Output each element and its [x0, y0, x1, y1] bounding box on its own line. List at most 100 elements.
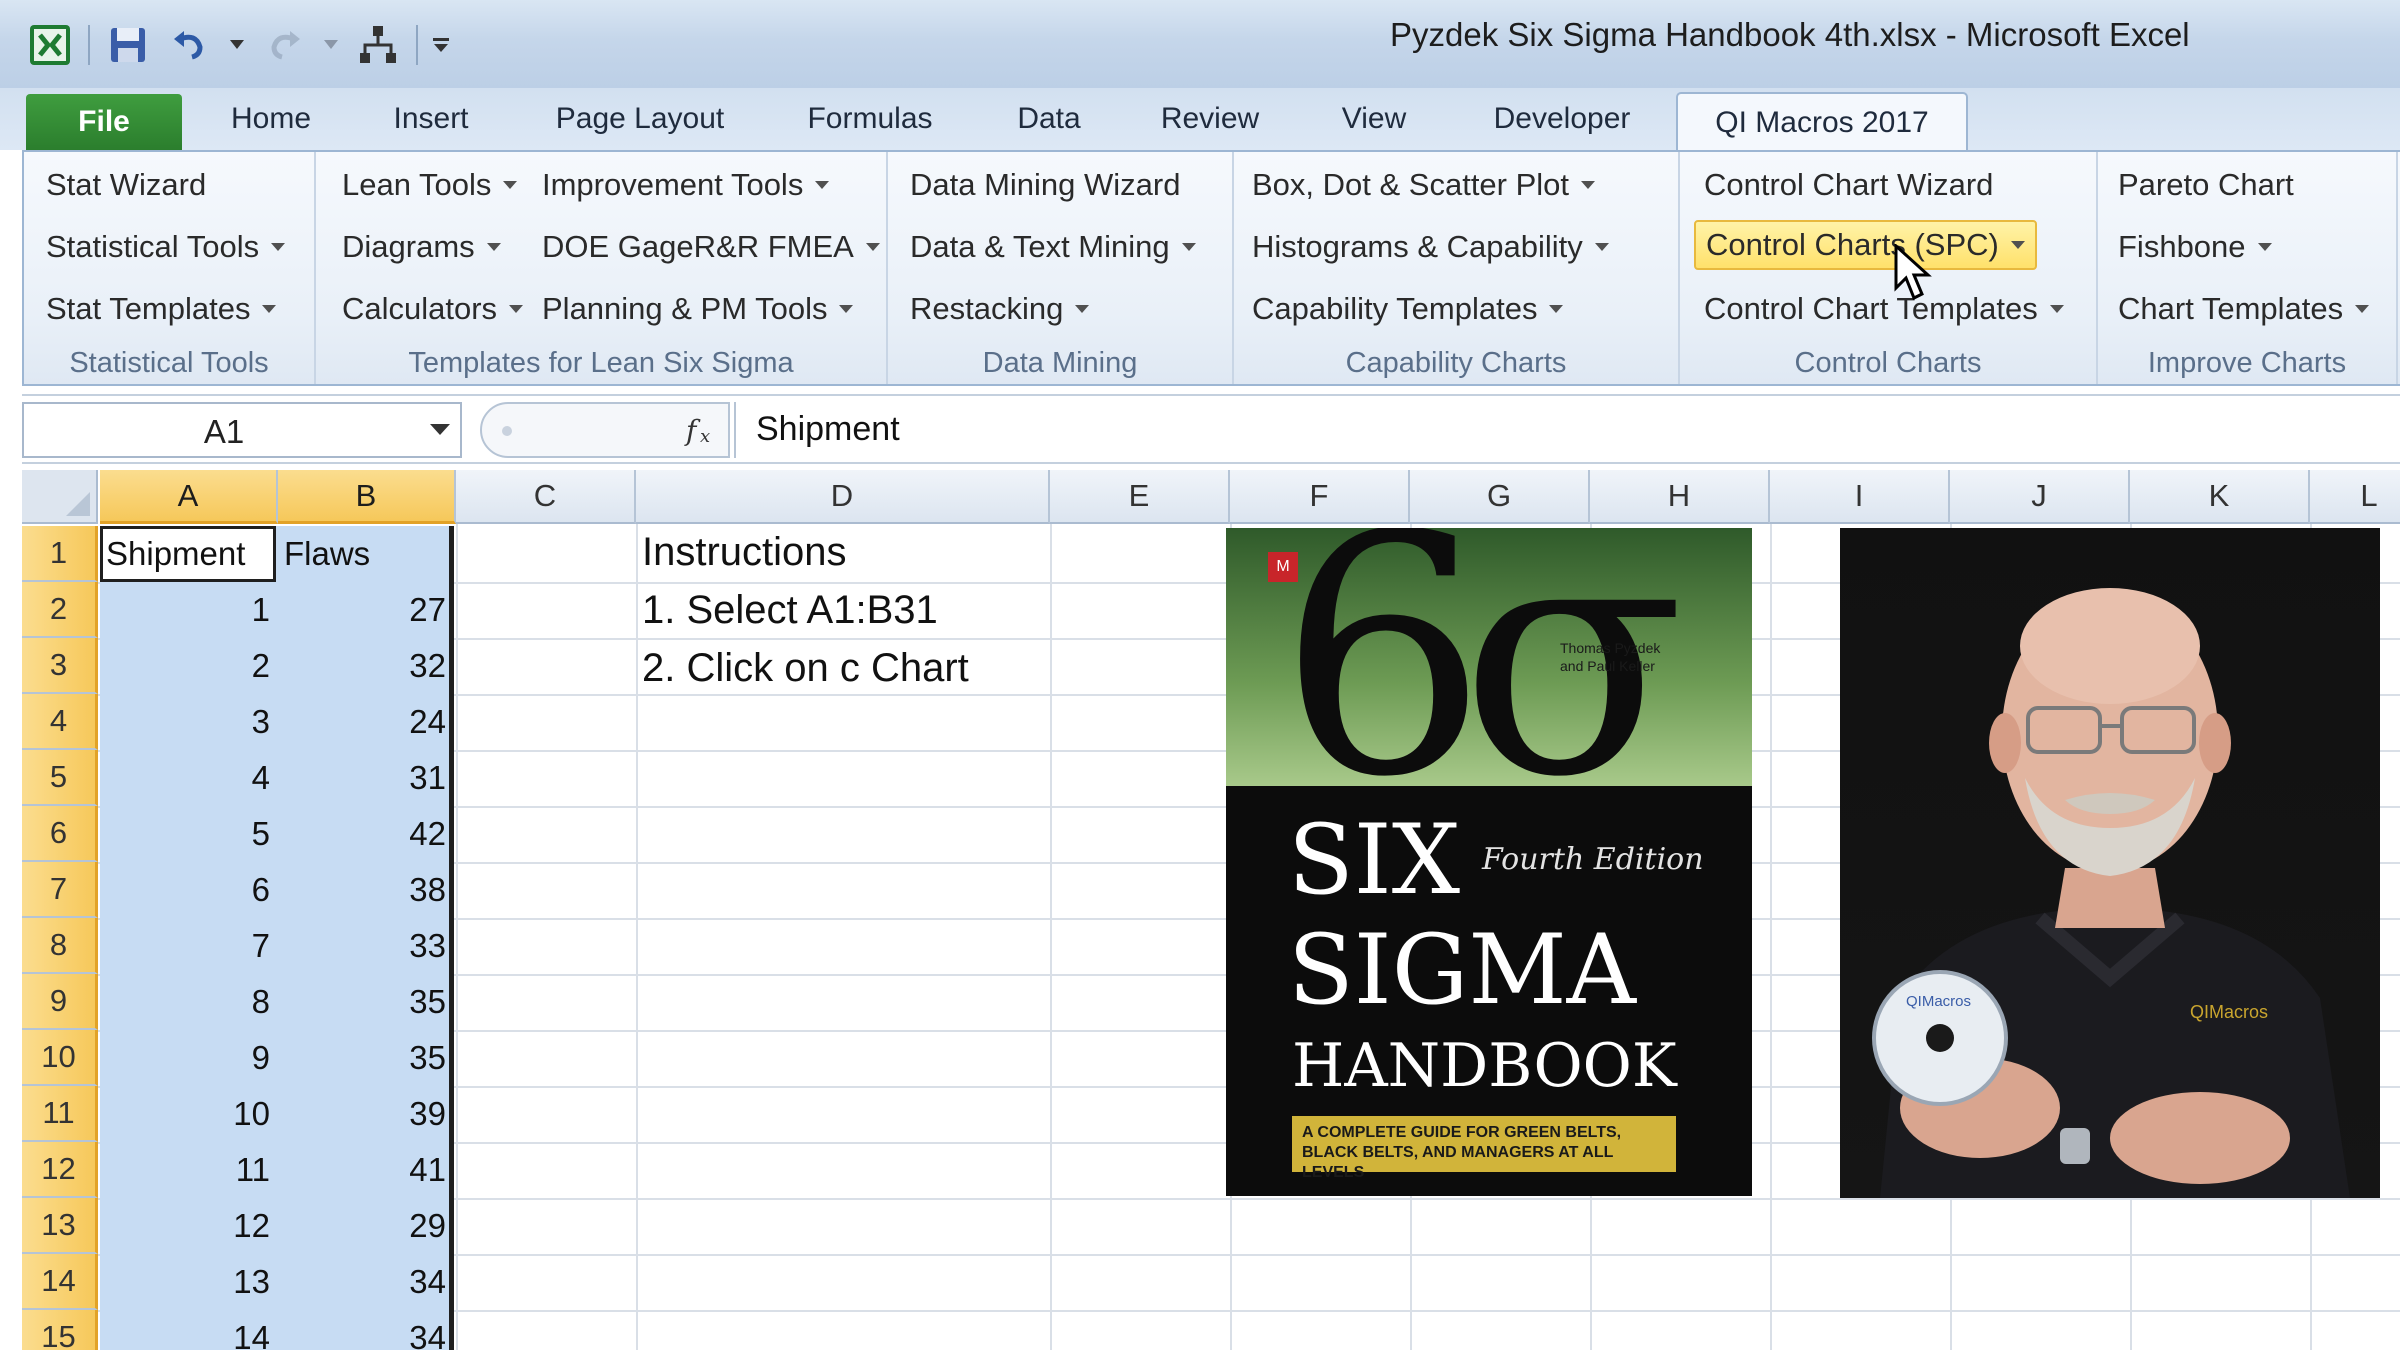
redo-icon[interactable]: [260, 21, 308, 69]
table-cell[interactable]: 6: [100, 862, 278, 918]
row-header-5[interactable]: 5: [22, 750, 98, 806]
cell-b1[interactable]: Flaws: [278, 526, 456, 582]
row-header-8[interactable]: 8: [22, 918, 98, 974]
column-header-h[interactable]: H: [1590, 470, 1770, 524]
insert-function-icon[interactable]: fx: [682, 410, 722, 459]
table-cell[interactable]: 1: [100, 582, 278, 638]
table-cell[interactable]: 24: [278, 694, 454, 750]
book-cover-image[interactable]: M 6σ Thomas Pyzdek and Paul Keller SIX F…: [1226, 528, 1752, 1196]
column-header-l[interactable]: L: [2310, 470, 2400, 524]
grip-icon[interactable]: [492, 416, 522, 446]
undo-icon[interactable]: [166, 21, 214, 69]
table-cell[interactable]: 9: [100, 1030, 278, 1086]
excel-logo-icon[interactable]: [26, 21, 74, 69]
capability-templates-button[interactable]: Capability Templates: [1242, 284, 1573, 334]
table-cell[interactable]: 34: [278, 1310, 454, 1350]
table-cell[interactable]: 35: [278, 974, 454, 1030]
author-photo[interactable]: QIMacros QIMacros: [1840, 528, 2380, 1198]
statistical-tools-button[interactable]: Statistical Tools: [36, 222, 295, 272]
row-header-2[interactable]: 2: [22, 582, 98, 638]
table-cell[interactable]: 7: [100, 918, 278, 974]
tab-review[interactable]: Review: [1144, 88, 1276, 150]
tab-data[interactable]: Data: [996, 88, 1102, 150]
doe-gagerr-fmea-button[interactable]: DOE GageR&R FMEA: [532, 222, 890, 272]
select-all-button[interactable]: [22, 470, 98, 524]
table-cell[interactable]: 41: [278, 1142, 454, 1198]
formula-input[interactable]: Shipment: [734, 402, 2400, 458]
table-cell[interactable]: 31: [278, 750, 454, 806]
column-header-d[interactable]: D: [636, 470, 1050, 524]
instructions-heading[interactable]: Instructions: [642, 530, 847, 575]
network-diagram-icon[interactable]: [354, 21, 402, 69]
undo-dropdown-icon[interactable]: [228, 21, 246, 69]
column-header-f[interactable]: F: [1230, 470, 1410, 524]
row-header-11[interactable]: 11: [22, 1086, 98, 1142]
control-chart-templates-button[interactable]: Control Chart Templates: [1694, 284, 2074, 334]
data-mining-wizard-button[interactable]: Data Mining Wizard: [900, 160, 1190, 210]
table-cell[interactable]: 13: [100, 1254, 278, 1310]
diagrams-button[interactable]: Diagrams: [332, 222, 511, 272]
table-cell[interactable]: 34: [278, 1254, 454, 1310]
stat-wizard-button[interactable]: Stat Wizard: [36, 160, 216, 210]
row-header-10[interactable]: 10: [22, 1030, 98, 1086]
chevron-down-icon[interactable]: [430, 424, 450, 435]
chart-templates-button[interactable]: Chart Templates: [2108, 284, 2379, 334]
row-header-12[interactable]: 12: [22, 1142, 98, 1198]
column-header-i[interactable]: I: [1770, 470, 1950, 524]
column-header-c[interactable]: C: [456, 470, 636, 524]
cell-a1[interactable]: Shipment: [100, 526, 278, 582]
table-cell[interactable]: 3: [100, 694, 278, 750]
tab-view[interactable]: View: [1318, 88, 1430, 150]
control-charts-spc-button[interactable]: Control Charts (SPC): [1694, 220, 2037, 270]
tab-insert[interactable]: Insert: [368, 88, 494, 150]
row-header-13[interactable]: 13: [22, 1198, 98, 1254]
table-cell[interactable]: 5: [100, 806, 278, 862]
table-cell[interactable]: 8: [100, 974, 278, 1030]
table-cell[interactable]: 39: [278, 1086, 454, 1142]
table-cell[interactable]: 4: [100, 750, 278, 806]
tab-home[interactable]: Home: [210, 88, 332, 150]
table-cell[interactable]: 11: [100, 1142, 278, 1198]
pareto-chart-button[interactable]: Pareto Chart: [2108, 160, 2304, 210]
table-cell[interactable]: 12: [100, 1198, 278, 1254]
row-header-15[interactable]: 15: [22, 1310, 98, 1350]
column-header-a[interactable]: A: [100, 470, 278, 524]
data-text-mining-button[interactable]: Data & Text Mining: [900, 222, 1206, 272]
table-cell[interactable]: 42: [278, 806, 454, 862]
calculators-button[interactable]: Calculators: [332, 284, 533, 334]
column-header-k[interactable]: K: [2130, 470, 2310, 524]
restacking-button[interactable]: Restacking: [900, 284, 1099, 334]
table-cell[interactable]: 38: [278, 862, 454, 918]
tab-developer[interactable]: Developer: [1470, 88, 1654, 150]
table-cell[interactable]: 35: [278, 1030, 454, 1086]
column-header-g[interactable]: G: [1410, 470, 1590, 524]
table-cell[interactable]: 32: [278, 638, 454, 694]
column-header-e[interactable]: E: [1050, 470, 1230, 524]
planning-pm-tools-button[interactable]: Planning & PM Tools: [532, 284, 863, 334]
table-cell[interactable]: 27: [278, 582, 454, 638]
column-header-j[interactable]: J: [1950, 470, 2130, 524]
customize-toolbar-icon[interactable]: [432, 21, 450, 69]
tab-page-layout[interactable]: Page Layout: [534, 88, 746, 150]
box-dot-scatter-plot-button[interactable]: Box, Dot & Scatter Plot: [1242, 160, 1605, 210]
instruction-step-2[interactable]: 2. Click on c Chart: [642, 646, 969, 691]
row-header-1[interactable]: 1: [22, 526, 98, 582]
row-header-14[interactable]: 14: [22, 1254, 98, 1310]
row-header-6[interactable]: 6: [22, 806, 98, 862]
tab-file[interactable]: File: [26, 94, 182, 150]
table-cell[interactable]: 10: [100, 1086, 278, 1142]
name-box[interactable]: A1: [22, 402, 462, 458]
table-cell[interactable]: 2: [100, 638, 278, 694]
table-cell[interactable]: 29: [278, 1198, 454, 1254]
tab-formulas[interactable]: Formulas: [790, 88, 950, 150]
row-header-4[interactable]: 4: [22, 694, 98, 750]
row-header-7[interactable]: 7: [22, 862, 98, 918]
column-header-b[interactable]: B: [278, 470, 456, 524]
histograms-capability-button[interactable]: Histograms & Capability: [1242, 222, 1619, 272]
row-header-3[interactable]: 3: [22, 638, 98, 694]
save-icon[interactable]: [104, 21, 152, 69]
improvement-tools-button[interactable]: Improvement Tools: [532, 160, 839, 210]
row-header-9[interactable]: 9: [22, 974, 98, 1030]
control-chart-wizard-button[interactable]: Control Chart Wizard: [1694, 160, 2003, 210]
redo-dropdown-icon[interactable]: [322, 21, 340, 69]
